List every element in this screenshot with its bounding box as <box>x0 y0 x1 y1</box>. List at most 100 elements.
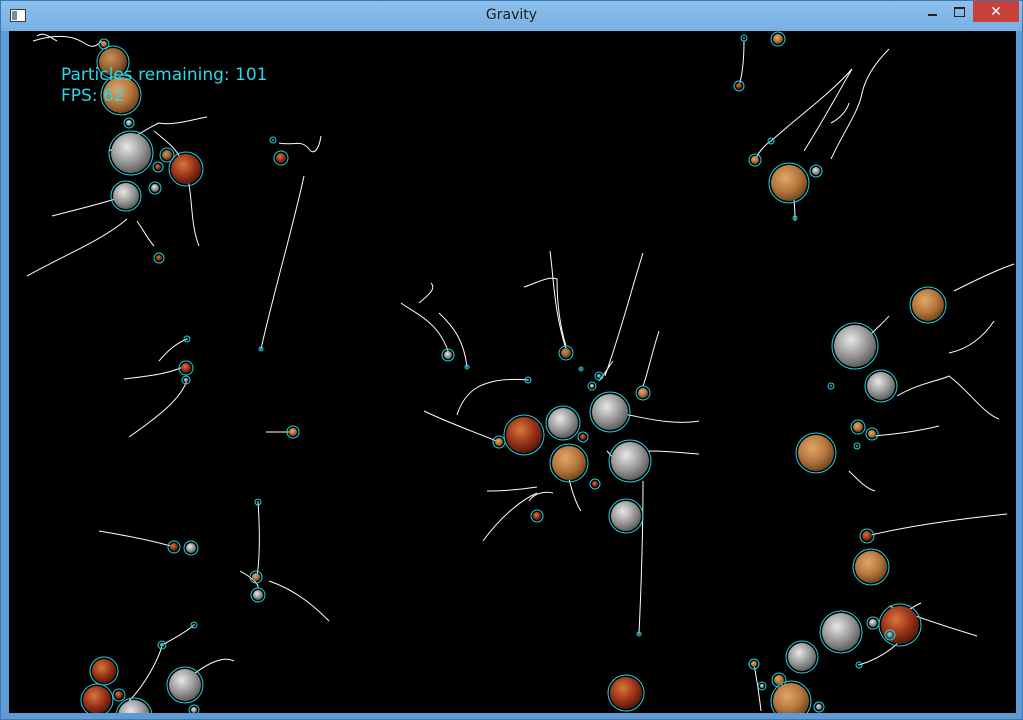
particle <box>816 704 822 710</box>
window-title: Gravity <box>485 7 538 23</box>
particle-trail <box>803 68 853 152</box>
particle <box>822 613 860 651</box>
particle <box>751 661 757 667</box>
particle <box>788 643 816 671</box>
particle-trail <box>953 263 1015 292</box>
particle <box>834 325 876 367</box>
particle <box>610 677 642 709</box>
particle <box>771 165 807 201</box>
particle <box>760 684 764 688</box>
particle <box>774 675 784 685</box>
particle <box>466 366 468 368</box>
particle-trail <box>753 663 762 712</box>
particle <box>289 428 297 436</box>
particle-trail <box>32 35 105 47</box>
particle <box>181 363 191 373</box>
particle-trail <box>830 102 850 124</box>
particle-trail <box>158 338 188 362</box>
particle <box>867 372 895 400</box>
particle <box>548 408 578 438</box>
particle <box>597 374 601 378</box>
particle <box>171 154 201 184</box>
particle-trail <box>638 480 644 635</box>
particle-trail <box>136 220 155 247</box>
simulation-svg <box>26 31 1015 713</box>
particle-trail <box>598 360 614 382</box>
particle <box>812 167 820 175</box>
particle <box>506 417 542 453</box>
fps-label: FPS: 62 <box>61 86 125 106</box>
particle <box>798 435 834 471</box>
particle <box>184 378 188 382</box>
minimize-button[interactable] <box>919 1 945 23</box>
particle-trail <box>770 68 853 142</box>
particle <box>856 445 858 447</box>
particle <box>257 501 259 503</box>
particle <box>155 164 161 170</box>
particle <box>444 351 452 359</box>
maximize-button[interactable] <box>947 1 971 23</box>
particle <box>770 140 772 142</box>
particle-trail <box>26 218 128 277</box>
simulation-canvas[interactable]: Particles remaining: 101 FPS: 62 <box>9 31 1016 713</box>
particle-trail <box>648 450 700 455</box>
particle <box>260 348 262 350</box>
particle <box>858 664 860 666</box>
particle-trail <box>400 302 450 355</box>
particle <box>193 624 195 626</box>
close-button[interactable]: ✕ <box>973 1 1019 22</box>
particle <box>527 379 529 381</box>
particle <box>126 120 132 126</box>
particle <box>638 388 648 398</box>
particle-trail <box>523 277 567 347</box>
particle <box>794 217 796 219</box>
particle-trail <box>486 486 538 492</box>
particle <box>151 184 159 192</box>
particle <box>272 139 274 141</box>
particle-trail <box>642 330 660 387</box>
particle <box>186 543 196 553</box>
particle-layer <box>80 31 947 713</box>
particle <box>170 543 178 551</box>
particle <box>773 683 809 713</box>
particle <box>912 289 944 321</box>
particle <box>115 691 123 699</box>
particle <box>887 632 893 638</box>
close-icon: ✕ <box>990 3 1002 20</box>
particle <box>186 338 188 340</box>
particle <box>156 255 162 261</box>
particle <box>191 707 197 713</box>
particle <box>773 34 783 44</box>
particle-trail <box>528 491 554 502</box>
particle <box>830 385 832 387</box>
particle-trail <box>456 378 529 416</box>
particle-trail <box>161 624 195 646</box>
trail-layer <box>26 33 1015 712</box>
particle <box>533 512 541 520</box>
particle <box>855 551 887 583</box>
particle-trail <box>260 175 305 350</box>
particle <box>580 434 586 440</box>
particle <box>253 590 263 600</box>
title-bar[interactable]: Gravity ✕ <box>1 1 1022 31</box>
particle <box>495 438 503 446</box>
particle <box>552 446 586 480</box>
particle-trail <box>870 315 890 335</box>
particles-remaining-label: Particles remaining: 101 <box>61 65 268 85</box>
particle <box>868 430 876 438</box>
particle-trail <box>830 48 890 160</box>
particle <box>561 348 571 358</box>
particle <box>83 686 111 713</box>
particle <box>160 643 164 647</box>
particle <box>101 41 107 47</box>
particle-trail <box>870 513 1008 536</box>
particle <box>592 394 628 430</box>
particle <box>592 481 598 487</box>
particle <box>611 501 641 531</box>
particle-trail <box>896 375 1000 420</box>
particle-trail <box>948 320 995 354</box>
particle-trail <box>98 530 175 548</box>
particle-trail <box>423 410 500 443</box>
particle <box>590 384 594 388</box>
particle <box>252 573 260 581</box>
